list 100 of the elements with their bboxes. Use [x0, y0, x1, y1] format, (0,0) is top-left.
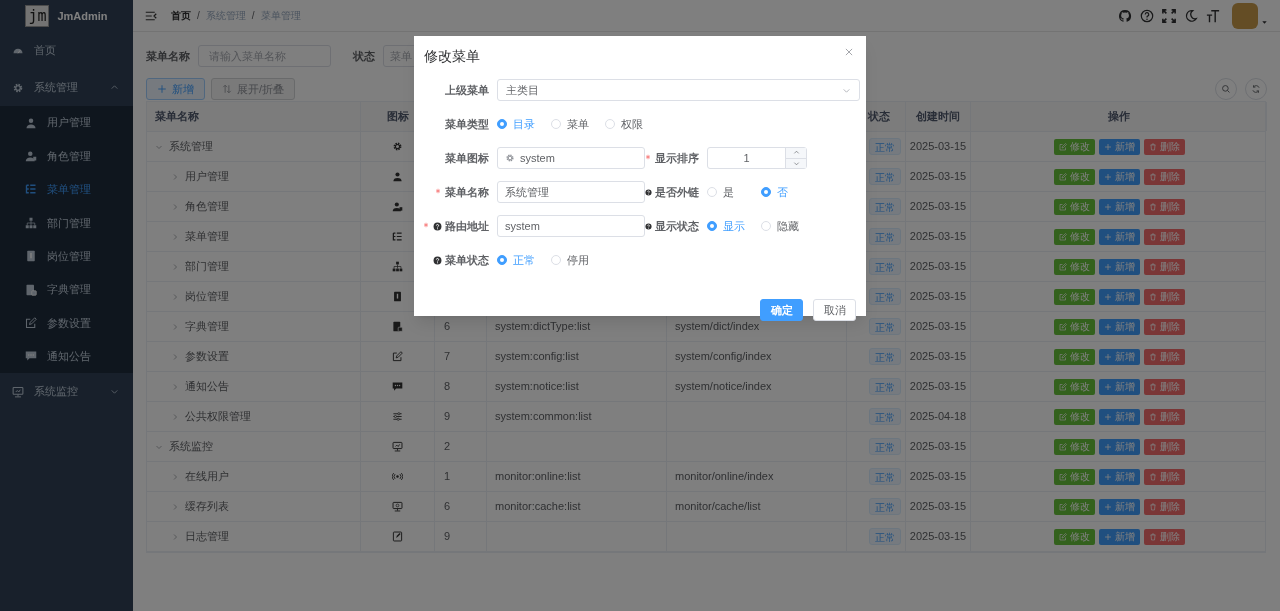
- add-button[interactable]: 新增: [1098, 168, 1140, 185]
- search-icon: [1221, 84, 1231, 94]
- input-field[interactable]: system: [497, 147, 645, 169]
- sidebar-subitem[interactable]: 字典管理: [0, 272, 133, 307]
- edit-icon: [1058, 532, 1067, 541]
- table-cell-text: system/notice/index: [675, 379, 772, 395]
- github-icon[interactable]: [1118, 8, 1132, 23]
- edit-button[interactable]: 修改: [1053, 258, 1095, 275]
- sidebar-subitem[interactable]: 菜单管理: [0, 172, 133, 207]
- edit-button[interactable]: 修改: [1053, 288, 1095, 305]
- table-cell-text: system/config/index: [675, 349, 772, 365]
- add-button[interactable]: 新增: [1098, 318, 1140, 335]
- help-icon[interactable]: [1140, 8, 1154, 23]
- input-field[interactable]: 系统管理: [497, 181, 645, 203]
- app-name: JmAdmin: [57, 8, 108, 24]
- sidebar-subitem[interactable]: 用户管理: [0, 106, 133, 140]
- add-button[interactable]: 新增: [1098, 228, 1140, 245]
- add-button[interactable]: 新增: [1098, 258, 1140, 275]
- table-cell-text: 2025-03-15: [909, 199, 967, 215]
- trash-icon: [1148, 352, 1157, 361]
- add-button[interactable]: 新增: [1098, 528, 1140, 545]
- add-button[interactable]: 新增: [1098, 498, 1140, 515]
- edit-button[interactable]: 修改: [1053, 498, 1095, 515]
- edit-button[interactable]: 修改: [1053, 198, 1095, 215]
- add-button[interactable]: 新增: [1098, 438, 1140, 455]
- breadcrumb-item[interactable]: 首页: [171, 8, 191, 23]
- cancel-button[interactable]: 取消: [813, 299, 856, 321]
- radio-option[interactable]: 正常: [497, 251, 551, 269]
- edit-button[interactable]: 修改: [1053, 438, 1095, 455]
- number-input[interactable]: 1: [707, 147, 807, 169]
- plus-icon: [1103, 232, 1112, 241]
- radio-option[interactable]: 是: [707, 183, 761, 201]
- add-button[interactable]: 新增: [1098, 378, 1140, 395]
- edit-button[interactable]: 修改: [1053, 528, 1095, 545]
- field-label: 状态: [353, 48, 375, 64]
- moon-icon[interactable]: [1184, 8, 1198, 23]
- trash-icon: [1148, 292, 1157, 301]
- table-cell-text: 日志管理: [185, 529, 229, 545]
- monitor-icon: [392, 441, 403, 452]
- add-button[interactable]: 新增: [1098, 138, 1140, 155]
- decrement-icon: [792, 159, 800, 167]
- add-button[interactable]: 新增: [1098, 288, 1140, 305]
- column-header: 创建时间: [916, 109, 960, 125]
- column-header: 操作: [1107, 109, 1130, 125]
- radio-option[interactable]: 否: [761, 183, 815, 201]
- add-button[interactable]: 新增: [146, 78, 205, 100]
- radio-option[interactable]: 菜单: [551, 115, 605, 133]
- edit-button[interactable]: 修改: [1053, 138, 1095, 155]
- radio-option[interactable]: 显示: [707, 217, 761, 235]
- sort-icon: [222, 84, 232, 94]
- field-label: 路由地址: [445, 218, 489, 234]
- add-button[interactable]: 新增: [1098, 408, 1140, 425]
- radio-option[interactable]: 停用: [551, 251, 605, 269]
- sidebar-item[interactable]: 首页: [0, 32, 133, 69]
- role-icon: [25, 150, 37, 163]
- trash-icon: [1148, 502, 1157, 511]
- sidebar-subitem[interactable]: 角色管理: [0, 139, 133, 173]
- edit-button[interactable]: 修改: [1053, 228, 1095, 245]
- add-button[interactable]: 新增: [1098, 468, 1140, 485]
- status-tag: 正常: [869, 408, 901, 425]
- trash-icon: [1148, 232, 1157, 241]
- table-cell-text: 缓存列表: [185, 499, 229, 515]
- status-tag: 正常: [869, 498, 901, 515]
- confirm-button[interactable]: 确定: [760, 299, 803, 321]
- edit-button[interactable]: 修改: [1053, 168, 1095, 185]
- table-cell-text: monitor/cache/list: [675, 499, 761, 515]
- table-cell-text: 公共权限管理: [185, 409, 251, 425]
- sidebar-subitem[interactable]: 参数设置: [0, 306, 133, 340]
- message-icon: [392, 381, 403, 392]
- trash-icon: [1148, 172, 1157, 181]
- edit-button[interactable]: 修改: [1053, 378, 1095, 395]
- edit-icon: [1058, 172, 1067, 181]
- parent-menu-select[interactable]: 主类目: [497, 79, 860, 101]
- sidebar-subitem[interactable]: 通知公告: [0, 339, 133, 374]
- edit-button[interactable]: 修改: [1053, 468, 1095, 485]
- status-tag: 正常: [869, 348, 901, 365]
- add-button[interactable]: 新增: [1098, 348, 1140, 365]
- edit-button[interactable]: 修改: [1053, 408, 1095, 425]
- refresh-button[interactable]: [1245, 78, 1267, 100]
- edit-icon: [1058, 352, 1067, 361]
- font-size-icon[interactable]: [1206, 8, 1220, 23]
- avatar[interactable]: [1232, 2, 1258, 29]
- table-cell-text: system:notice:list: [495, 379, 579, 395]
- edit-button[interactable]: 修改: [1053, 318, 1095, 335]
- input-field[interactable]: system: [497, 215, 645, 237]
- fullscreen-icon[interactable]: [1162, 8, 1176, 23]
- table-cell-text: 2025-03-15: [909, 289, 967, 305]
- radio-option[interactable]: 隐藏: [761, 217, 815, 235]
- field-label: 上级菜单: [445, 82, 489, 98]
- table-cell-text: 2025-03-15: [909, 529, 967, 545]
- close-icon[interactable]: [844, 47, 854, 57]
- radio-option[interactable]: 目录: [497, 115, 551, 133]
- sidebar-subitem[interactable]: 岗位管理: [0, 239, 133, 273]
- add-button[interactable]: 新增: [1098, 198, 1140, 215]
- sidebar-subitem[interactable]: 部门管理: [0, 206, 133, 240]
- edit-icon: [1058, 502, 1067, 511]
- edit-button[interactable]: 修改: [1053, 348, 1095, 365]
- table-cell-text: 6: [444, 319, 451, 335]
- search-button[interactable]: [1215, 78, 1237, 100]
- radio-option[interactable]: 权限: [605, 115, 659, 133]
